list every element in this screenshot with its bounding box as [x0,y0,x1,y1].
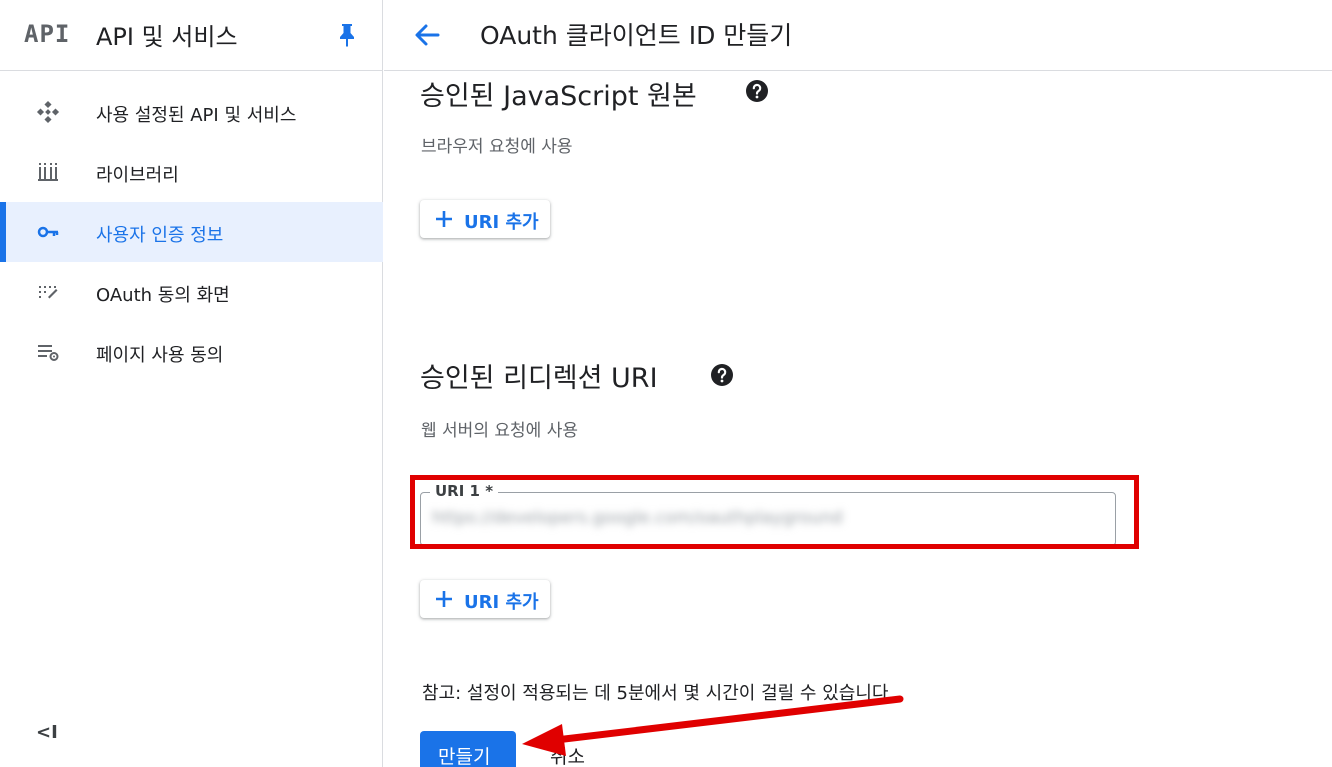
help-icon[interactable] [710,363,734,387]
key-icon [37,226,59,238]
js-origins-title: 승인된 JavaScript 원본 [420,81,697,112]
enabled-apis-icon [36,100,60,124]
api-logo: API [24,20,71,48]
sidebar-header: API API 및 서비스 [0,0,383,71]
plus-icon [436,211,452,227]
sidebar: API API 및 서비스 사용 설정된 API 및 서비스 라이브러리 사용자… [0,0,383,767]
back-arrow-icon[interactable] [412,20,442,50]
sidebar-item-credentials[interactable]: 사용자 인증 정보 [0,202,383,262]
sidebar-item-label: 사용자 인증 정보 [96,225,224,246]
collapse-sidebar-button[interactable]: <I [36,722,58,743]
create-button[interactable]: 만들기 [420,731,516,767]
help-icon[interactable] [745,79,769,103]
redirect-uris-title: 승인된 리디렉션 URI [420,363,658,394]
redirect-uris-subtitle: 웹 서버의 요청에 사용 [421,421,578,441]
sidebar-item-label: OAuth 동의 화면 [96,285,230,306]
propagation-note: 참고: 설정이 적용되는 데 5분에서 몇 시간이 걸릴 수 있습니다. [422,683,895,704]
add-uri-label: URI 추가 [464,592,539,613]
main-content: 승인된 JavaScript 원본 브라우저 요청에 사용 URI 추가 승인된… [384,71,1332,767]
add-js-origin-uri-button[interactable]: URI 추가 [420,200,550,238]
sidebar-nav: 사용 설정된 API 및 서비스 라이브러리 사용자 인증 정보 OAuth 동… [0,82,383,382]
sidebar-item-library[interactable]: 라이브러리 [0,142,383,202]
page-title: OAuth 클라이언트 ID 만들기 [480,21,793,50]
sidebar-item-enabled-apis[interactable]: 사용 설정된 API 및 서비스 [0,82,383,142]
pin-icon[interactable] [336,22,358,48]
page-settings-icon [38,345,59,361]
js-origins-subtitle: 브라우저 요청에 사용 [421,137,573,157]
highlight-box [410,475,1139,549]
library-icon [38,163,58,181]
sidebar-item-label: 페이지 사용 동의 [96,345,224,366]
add-redirect-uri-button[interactable]: URI 추가 [420,580,550,618]
sidebar-item-label: 라이브러리 [96,165,179,186]
plus-icon [436,591,452,607]
consent-screen-icon [39,286,58,299]
add-uri-label: URI 추가 [464,212,539,233]
page-header: OAuth 클라이언트 ID 만들기 [384,0,1332,71]
sidebar-item-oauth-consent[interactable]: OAuth 동의 화면 [0,262,383,322]
sidebar-title: API 및 서비스 [96,23,238,51]
sidebar-item-label: 사용 설정된 API 및 서비스 [96,105,297,126]
create-button-label: 만들기 [438,746,491,767]
sidebar-item-page-usage[interactable]: 페이지 사용 동의 [0,322,383,382]
cancel-button[interactable]: 취소 [550,742,585,767]
